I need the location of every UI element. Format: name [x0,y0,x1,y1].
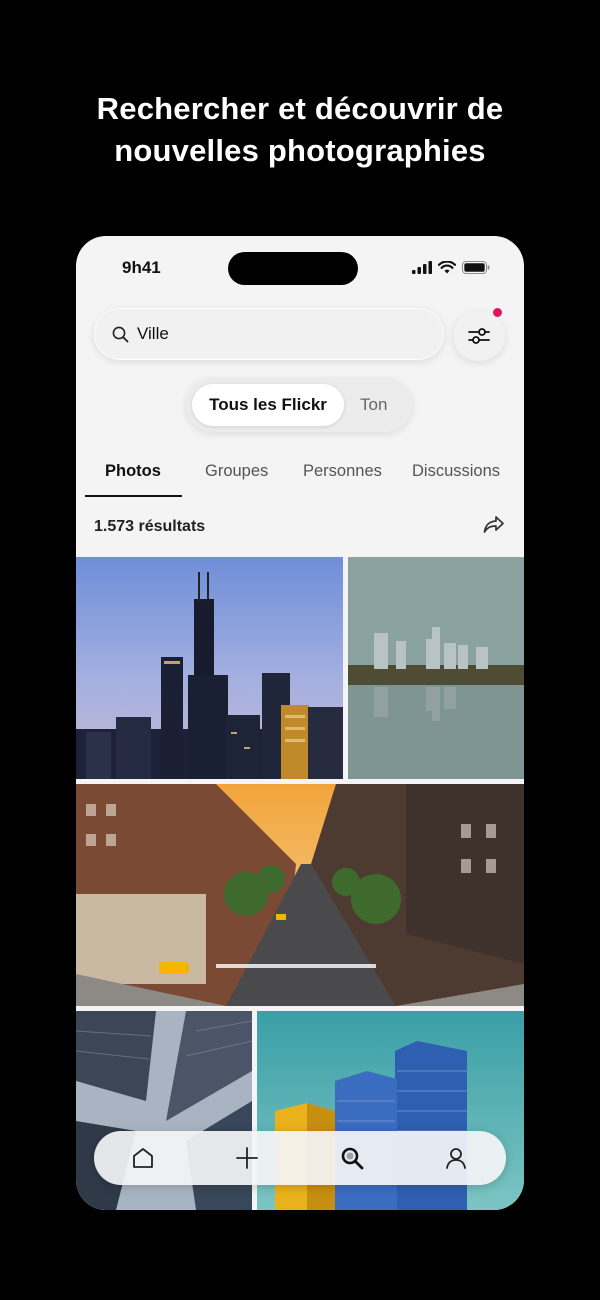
search-bar[interactable] [94,308,444,360]
results-count: 1.573 résultats [94,518,206,535]
phone-screen: 9h41 Ville Tous les Flickr Ton Photos Gr… [76,236,524,1210]
photo-tile[interactable] [348,557,524,779]
bottom-tab-bar [94,1131,506,1185]
dynamic-island [228,252,358,285]
share-icon [483,516,504,533]
photo-city-street [76,784,524,1006]
status-time: 9h41 [122,258,161,277]
notification-dot [493,308,502,317]
tab-discussions[interactable]: Discussions [412,462,500,481]
nav-search[interactable] [337,1143,367,1173]
filter-button[interactable] [453,308,505,361]
photo-tile[interactable] [76,784,524,1006]
result-tabs: Photos Groupes Personnes Discussions [76,462,524,498]
photo-tile[interactable] [76,557,343,779]
signal-icon [412,261,432,274]
nav-upload[interactable] [232,1143,262,1173]
share-button[interactable] [482,514,506,541]
search-input[interactable] [137,324,397,344]
status-icons [412,261,490,274]
search-icon [112,326,129,342]
scope-option-all-flickr[interactable]: Tous les Flickr [192,384,344,426]
tab-people[interactable]: Personnes [303,462,382,481]
nav-home[interactable] [128,1143,158,1173]
active-tab-indicator [85,495,182,497]
photo-skyline-dusk [76,557,343,779]
nav-profile[interactable] [441,1143,471,1173]
promo-headline: Rechercher et découvrir de nouvelles pho… [0,88,600,172]
tab-groups[interactable]: Groupes [205,462,268,481]
headline-line-2: nouvelles photographies [114,133,486,168]
tab-photos[interactable]: Photos [105,462,161,481]
scope-toggle[interactable]: Tous les Flickr Ton [186,378,412,432]
plus-icon [236,1147,258,1169]
battery-icon [462,261,490,274]
photo-river-skyline [348,557,524,779]
profile-icon [446,1148,466,1169]
wifi-icon [438,261,456,274]
home-icon [133,1148,153,1168]
search-icon [341,1147,364,1170]
headline-line-1: Rechercher et découvrir de [96,91,504,126]
scope-option-yours[interactable]: Ton [360,395,387,415]
sliders-icon [468,328,490,344]
